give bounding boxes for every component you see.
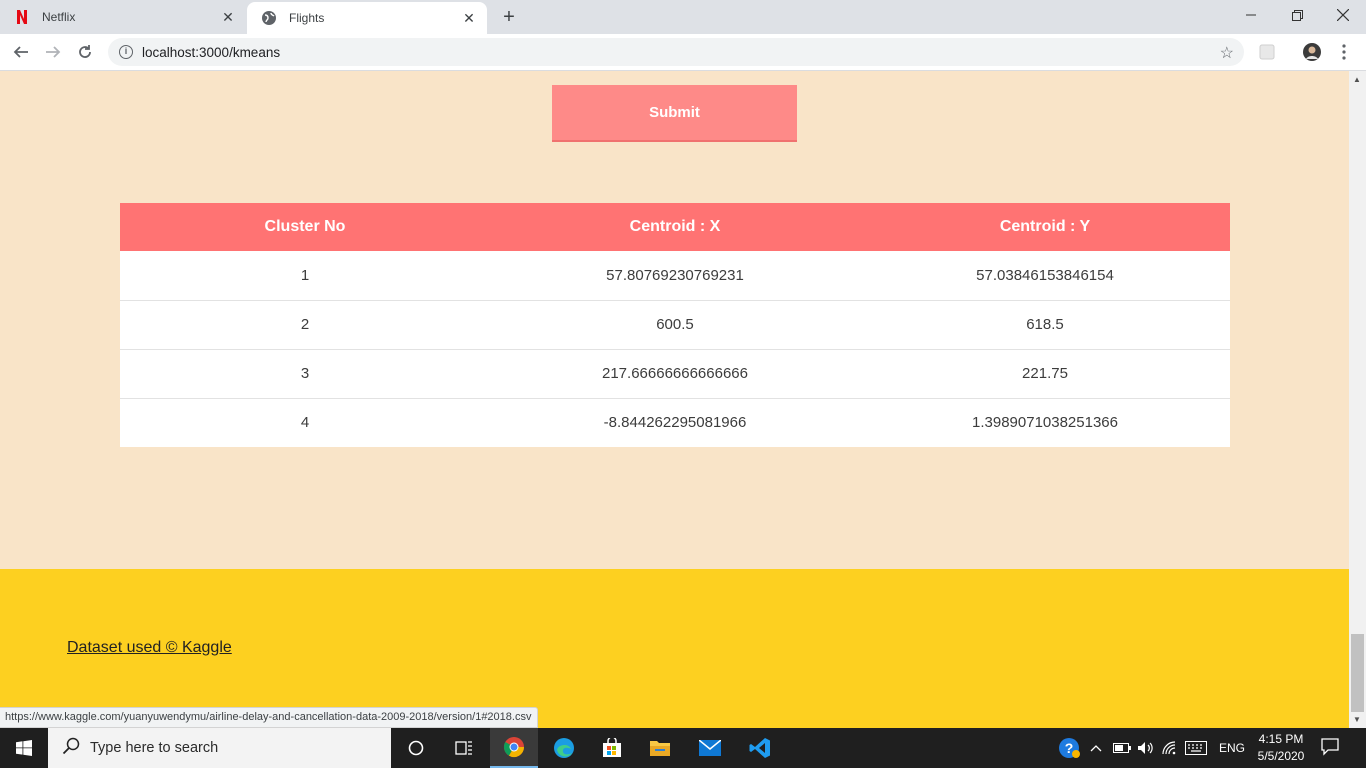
dataset-link[interactable]: Dataset used © Kaggle <box>67 639 232 657</box>
table-row: 3 217.66666666666666 221.75 <box>120 348 1230 398</box>
page-footer: Dataset used © Kaggle <box>0 569 1349 728</box>
table-row: 4 -8.844262295081966 1.3989071038251366 <box>120 397 1230 447</box>
cortana-icon[interactable] <box>392 728 440 768</box>
forward-arrow-icon[interactable] <box>40 39 66 65</box>
microsoft-store-icon[interactable] <box>588 728 636 768</box>
notification-center-icon[interactable] <box>1320 736 1340 761</box>
centroid-x-value: 217.66666666666666 <box>490 348 860 398</box>
globe-icon <box>261 10 277 26</box>
address-bar[interactable]: i localhost:3000/kmeans ☆ <box>108 38 1244 66</box>
battery-icon[interactable] <box>1113 728 1131 768</box>
site-info-icon[interactable]: i <box>119 45 133 59</box>
close-tab-icon[interactable]: ✕ <box>461 10 477 26</box>
centroid-x-value: 57.80769230769231 <box>606 266 744 284</box>
centroid-y-value: 221.75 <box>860 348 1230 398</box>
search-icon <box>62 737 80 760</box>
page-scrollbar[interactable]: ▲ ▼ <box>1349 71 1366 728</box>
volume-icon[interactable] <box>1137 728 1155 768</box>
submit-button[interactable]: Submit <box>552 85 797 142</box>
centroid-x-value: 600.5 <box>490 299 860 349</box>
bookmark-star-icon[interactable]: ☆ <box>1220 43 1234 63</box>
table-row: 2 600.5 618.5 <box>120 299 1230 349</box>
minimize-icon[interactable] <box>1228 0 1274 30</box>
centroid-y-value: 1.3989071038251366 <box>860 397 1230 447</box>
cluster-number: 1 <box>300 266 310 284</box>
taskbar-search-box[interactable]: Type here to search <box>48 728 391 768</box>
chrome-icon[interactable] <box>490 728 538 768</box>
centroid-y-value: 57.03846153846154 <box>976 266 1114 284</box>
browser-tab-strip: Netflix ✕ Flights ✕ + <box>0 0 1366 34</box>
cluster-number: 2 <box>120 299 490 349</box>
centroid-y-value: 618.5 <box>860 299 1230 349</box>
browser-toolbar: i localhost:3000/kmeans ☆ <box>0 34 1366 71</box>
restore-icon[interactable] <box>1274 0 1320 30</box>
clock-time: 4:15 PM <box>1258 732 1304 746</box>
system-clock[interactable]: 4:15 PM 5/5/2020 <box>1252 731 1310 765</box>
windows-start-icon[interactable] <box>0 728 48 768</box>
cluster-number: 4 <box>120 397 490 447</box>
table-row: 1 57.80769230769231 57.03846153846154 <box>120 251 1230 300</box>
windows-taskbar: Type here to search ? ENG 4:15 PM 5/5/20… <box>0 728 1366 768</box>
column-header-centroid-y: Centroid : Y <box>999 218 1091 235</box>
profile-avatar-icon[interactable] <box>1302 42 1322 62</box>
vscode-icon[interactable] <box>736 728 784 768</box>
cluster-number: 3 <box>120 348 490 398</box>
reload-icon[interactable] <box>72 39 98 65</box>
close-window-icon[interactable] <box>1320 0 1366 30</box>
close-tab-icon[interactable]: ✕ <box>220 9 236 25</box>
search-placeholder: Type here to search <box>90 740 219 756</box>
file-explorer-icon[interactable] <box>636 728 684 768</box>
edge-icon[interactable] <box>540 728 588 768</box>
table-header-row: Cluster No Centroid : X Centroid : Y <box>120 203 1230 251</box>
task-view-icon[interactable] <box>440 728 488 768</box>
address-url: localhost:3000/kmeans <box>142 44 281 60</box>
netflix-icon <box>14 9 30 25</box>
link-status-bubble: https://www.kaggle.com/yuanyuwendymu/air… <box>0 707 539 728</box>
wifi-icon[interactable] <box>1162 728 1180 768</box>
menu-kebab-icon[interactable] <box>1334 42 1354 62</box>
scrollbar-thumb[interactable] <box>1351 634 1364 712</box>
scroll-up-icon[interactable]: ▲ <box>1353 75 1361 84</box>
centroid-x-value: -8.844262295081966 <box>490 397 860 447</box>
tab-title: Netflix <box>42 10 76 24</box>
tab-flights[interactable]: Flights ✕ <box>247 2 487 34</box>
scroll-down-icon[interactable]: ▼ <box>1353 715 1361 724</box>
tab-netflix[interactable]: Netflix ✕ <box>0 0 246 34</box>
language-indicator[interactable]: ENG <box>1219 728 1245 768</box>
column-header-cluster: Cluster No <box>264 218 346 235</box>
tab-title: Flights <box>289 11 325 25</box>
show-hidden-icons-icon[interactable] <box>1090 728 1102 768</box>
extension-icon[interactable] <box>1257 42 1277 62</box>
clock-date: 5/5/2020 <box>1257 749 1305 763</box>
help-icon[interactable]: ? <box>1058 728 1080 768</box>
centroid-table: Cluster No Centroid : X Centroid : Y 1 5… <box>120 203 1230 447</box>
column-header-centroid-x: Centroid : X <box>629 218 721 235</box>
new-tab-button[interactable]: + <box>498 6 520 28</box>
mail-icon[interactable] <box>686 728 734 768</box>
back-arrow-icon[interactable] <box>8 39 34 65</box>
keyboard-icon[interactable] <box>1185 728 1207 768</box>
page-content: Submit Cluster No Centroid : X Centroid … <box>0 71 1349 728</box>
svg-text:?: ? <box>1065 740 1074 756</box>
